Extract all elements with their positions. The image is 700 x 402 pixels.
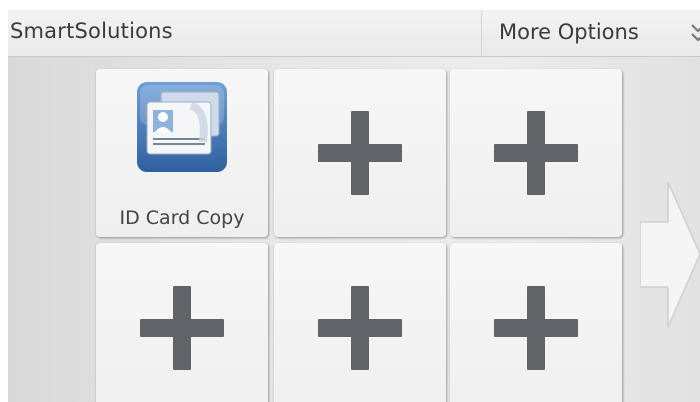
plus-icon bbox=[140, 286, 224, 370]
add-shortcut-tile[interactable] bbox=[96, 243, 268, 402]
more-options-label: More Options bbox=[499, 20, 639, 44]
add-shortcut-tile[interactable] bbox=[450, 69, 622, 237]
add-shortcut-tile[interactable] bbox=[274, 69, 446, 237]
plus-icon bbox=[318, 111, 402, 195]
plus-icon bbox=[494, 111, 578, 195]
app-title: SmartSolutions bbox=[10, 19, 173, 43]
top-bar: SmartSolutions More Options bbox=[8, 10, 700, 57]
more-options-button[interactable]: More Options bbox=[481, 10, 700, 56]
arrow-right-icon[interactable] bbox=[640, 182, 700, 327]
chevron-down-icon bbox=[691, 24, 700, 42]
add-shortcut-tile[interactable] bbox=[274, 243, 446, 402]
id-card-icon bbox=[137, 82, 227, 172]
screen: SmartSolutions More Options ID Card Copy bbox=[8, 10, 700, 402]
add-shortcut-tile[interactable] bbox=[450, 243, 622, 402]
plus-icon bbox=[318, 286, 402, 370]
tile-label: ID Card Copy bbox=[119, 207, 245, 229]
plus-icon bbox=[494, 286, 578, 370]
tile-id-card-copy[interactable]: ID Card Copy bbox=[96, 69, 268, 237]
